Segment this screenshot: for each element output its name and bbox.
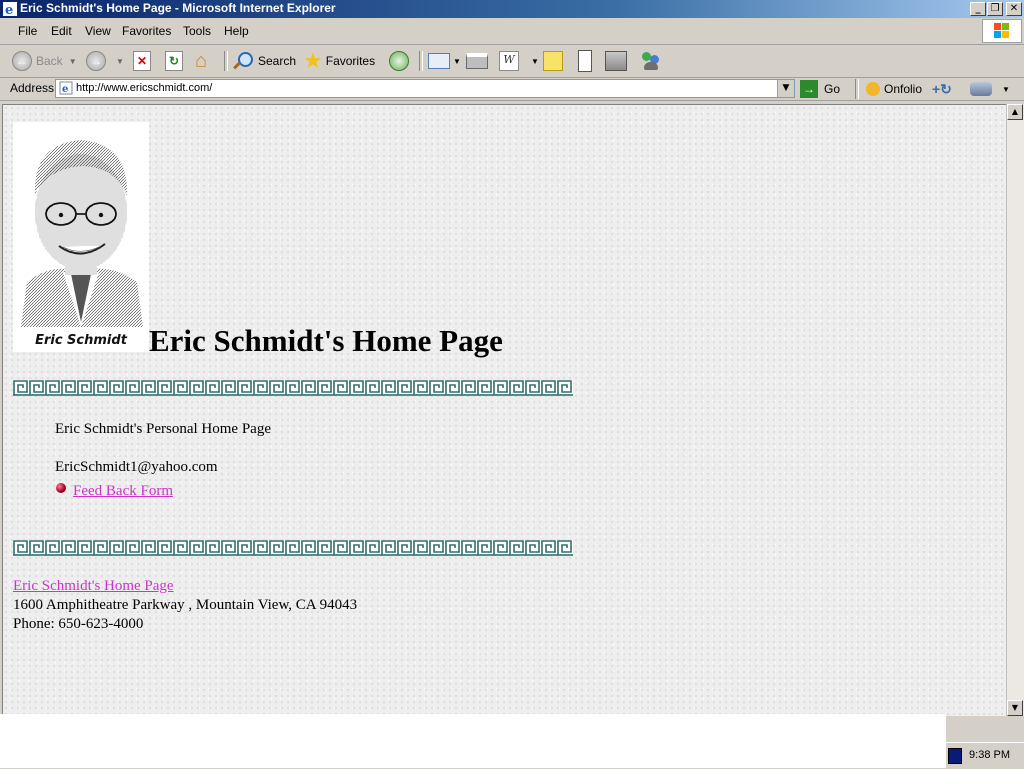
mail-button[interactable]: ▼: [428, 49, 461, 73]
forward-button[interactable]: → ▼: [86, 49, 124, 73]
printer-icon: [466, 53, 488, 69]
title-bar: e Eric Schmidt's Home Page - Microsoft I…: [0, 0, 1024, 18]
menu-help[interactable]: Help: [224, 24, 249, 38]
intro-text: Eric Schmidt's Personal Home Page: [55, 421, 271, 437]
messenger-button[interactable]: [640, 49, 662, 73]
restore-button[interactable]: ❐: [987, 2, 1003, 16]
discuss-button[interactable]: [543, 49, 563, 73]
svg-text:e: e: [62, 84, 68, 95]
back-arrow-icon: ←: [12, 51, 32, 71]
close-button[interactable]: ✕: [1006, 2, 1022, 16]
street-address: 1600 Amphitheatre Parkway , Mountain Vie…: [13, 597, 358, 613]
stop-button[interactable]: ✕: [133, 49, 151, 73]
edit-button[interactable]: W ▼: [499, 49, 539, 73]
onfolio-icon: [866, 82, 880, 96]
go-label: Go: [824, 82, 841, 96]
favorites-button[interactable]: ★ Favorites: [303, 48, 376, 73]
print-button[interactable]: [466, 49, 488, 73]
search-label: Search: [258, 54, 297, 68]
feedback-form-link[interactable]: Feed Back Form: [73, 483, 173, 500]
chevron-down-icon: ▼: [531, 56, 539, 66]
tools-icon: [605, 51, 627, 71]
stop-icon: ✕: [133, 51, 151, 71]
add-icon: +↻: [932, 80, 952, 97]
onfolio-label: Onfolio: [884, 82, 923, 96]
toolbar-separator: [224, 51, 228, 71]
ie-icon: e: [3, 2, 17, 17]
research-button[interactable]: [578, 49, 592, 73]
page-icon: e: [59, 81, 73, 95]
portrait-image: Eric Schmidt: [13, 122, 149, 352]
toolbar-separator: [419, 51, 423, 71]
greek-key-divider: [13, 380, 573, 396]
vertical-scrollbar[interactable]: ▲ ▼: [1006, 104, 1024, 716]
star-icon: ★: [303, 48, 323, 73]
note-icon: [543, 51, 563, 71]
menu-favorites[interactable]: Favorites: [122, 24, 171, 38]
page-heading: Eric Schmidt's Home Page: [149, 323, 503, 358]
menu-edit[interactable]: Edit: [51, 24, 72, 38]
email-text: EricSchmidt1@yahoo.com: [55, 459, 218, 475]
blank-overlay: [0, 714, 946, 768]
forward-arrow-icon: →: [86, 51, 106, 71]
svg-text:e: e: [5, 3, 13, 17]
back-label: Back: [36, 54, 63, 68]
mail-icon: [428, 53, 450, 69]
onfolio-button[interactable]: Onfolio: [866, 79, 922, 99]
scroll-down-arrow-icon[interactable]: ▼: [1007, 700, 1023, 716]
messenger-icon: [640, 51, 662, 71]
go-arrow-icon: →: [800, 80, 818, 98]
address-separator: [855, 79, 859, 99]
onfolio-tools-button[interactable]: ▼: [970, 79, 1010, 99]
go-button[interactable]: → Go: [800, 79, 840, 99]
favorites-label: Favorites: [325, 54, 376, 68]
chevron-down-icon: ▼: [1002, 84, 1010, 94]
standard-toolbar: ← Back ▼ → ▼ ✕ ↻ ⌂ Search ★ Favorites ▼ …: [0, 45, 1024, 78]
search-button[interactable]: Search: [232, 49, 296, 73]
greek-key-divider: [13, 540, 573, 556]
home-icon: ⌂: [195, 49, 208, 72]
device-icon: [578, 50, 592, 72]
portrait-illustration: [21, 140, 143, 327]
portrait-caption: Eric Schmidt: [35, 333, 127, 348]
home-button[interactable]: ⌂: [195, 49, 207, 73]
back-button[interactable]: ← Back ▼: [12, 49, 77, 73]
refresh-icon: ↻: [165, 51, 183, 71]
chevron-down-icon: ▼: [68, 56, 77, 66]
page-content: Eric Schmidt Eric Schmidt's Home Page Er…: [2, 104, 1007, 717]
tools-icon: [970, 82, 992, 96]
address-url: http://www.ericschmidt.com/: [76, 82, 213, 94]
chevron-down-icon: ▼: [453, 56, 461, 66]
window-title: Eric Schmidt's Home Page - Microsoft Int…: [20, 1, 336, 15]
add-to-onfolio-button[interactable]: +↻: [932, 79, 952, 99]
tools-button[interactable]: [605, 49, 627, 73]
word-icon: W: [499, 51, 519, 71]
system-tray: 9:38 PM: [946, 742, 1024, 769]
refresh-button[interactable]: ↻: [165, 49, 183, 73]
menu-bar: File Edit View Favorites Tools Help: [0, 18, 1024, 45]
scroll-up-arrow-icon[interactable]: ▲: [1007, 104, 1023, 120]
home-page-link[interactable]: Eric Schmidt's Home Page: [13, 578, 174, 595]
clock[interactable]: 9:38 PM: [969, 749, 1010, 761]
address-bar: Address e http://www.ericschmidt.com/ ▼ …: [0, 78, 1024, 101]
search-icon: [232, 50, 254, 72]
history-icon: [389, 51, 409, 71]
address-dropdown[interactable]: ▼: [777, 80, 794, 97]
windows-logo-icon: [982, 19, 1022, 43]
address-label: Address: [10, 81, 55, 95]
address-input[interactable]: e http://www.ericschmidt.com/ ▼: [55, 79, 795, 98]
bullet-icon: [56, 483, 66, 493]
phone-number: Phone: 650-623-4000: [13, 616, 144, 632]
menu-view[interactable]: View: [85, 24, 111, 38]
history-button[interactable]: [389, 49, 413, 73]
minimize-button[interactable]: _: [970, 2, 986, 16]
chevron-down-icon: ▼: [116, 56, 124, 66]
tray-app-icon[interactable]: [948, 748, 962, 764]
menu-file[interactable]: File: [18, 24, 37, 38]
menu-tools[interactable]: Tools: [183, 24, 211, 38]
